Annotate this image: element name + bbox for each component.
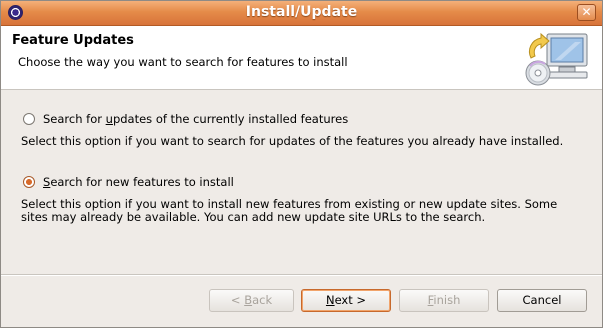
next-button[interactable]: Next >: [301, 289, 391, 312]
button-bar-separator: [1, 274, 602, 276]
radio-search-new[interactable]: [23, 176, 35, 188]
label-post: pdates of the currently installed featur…: [112, 112, 349, 126]
page-title: Feature Updates: [12, 33, 134, 48]
back-pre: <: [230, 293, 245, 307]
window-title: Install/Update: [245, 4, 358, 20]
page-description: Choose the way you want to search for fe…: [18, 55, 348, 69]
back-post: ack: [252, 293, 273, 307]
close-icon: ✕: [581, 5, 592, 19]
back-mnemonic: B: [244, 293, 253, 307]
title-bar[interactable]: Install/Update ✕: [1, 1, 602, 26]
option-search-updates-description: Select this option if you want to search…: [21, 134, 564, 148]
option-search-updates[interactable]: Search for updates of the currently inst…: [23, 112, 348, 126]
next-mnemonic: N: [325, 293, 335, 307]
wizard-header: Feature Updates Choose the way you want …: [1, 26, 602, 90]
install-update-dialog: Install/Update ✕ Feature Updates Choose …: [0, 0, 603, 328]
radio-search-updates[interactable]: [23, 113, 35, 125]
option-search-new-label[interactable]: Search for new features to install: [43, 175, 234, 189]
cancel-button[interactable]: Cancel: [497, 289, 587, 312]
finish-button[interactable]: Finish: [399, 289, 489, 312]
description-line-2: sites may already be available. You can …: [21, 210, 486, 224]
next-post: ext >: [334, 293, 367, 307]
update-computer-cd-icon: [525, 32, 588, 86]
back-button[interactable]: < Back: [209, 289, 294, 312]
label-pre: Search for: [43, 112, 106, 126]
finish-post: inish: [433, 293, 461, 307]
close-button[interactable]: ✕: [577, 4, 596, 21]
option-search-new[interactable]: Search for new features to install: [23, 175, 234, 189]
label-post: earch for new features to install: [50, 175, 234, 189]
option-search-new-description: Select this option if you want to instal…: [21, 198, 557, 224]
option-search-updates-label[interactable]: Search for updates of the currently inst…: [43, 112, 348, 126]
label-mnemonic: u: [105, 112, 113, 126]
